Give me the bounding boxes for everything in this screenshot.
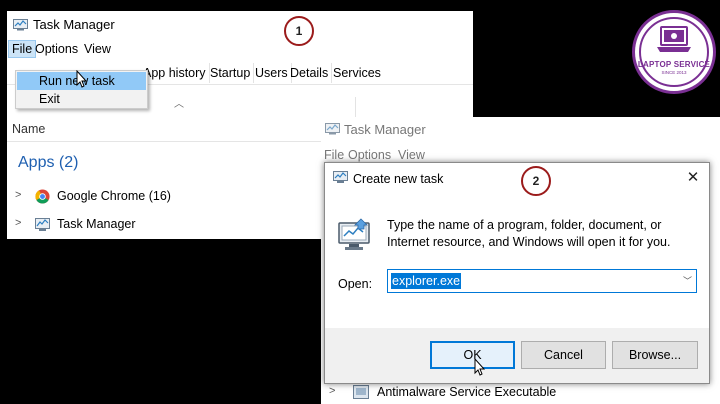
open-input-value[interactable]: explorer.exe: [391, 273, 462, 289]
menu-options[interactable]: Options: [32, 40, 81, 58]
open-combo-input[interactable]: explorer.exe ﹀: [387, 269, 697, 293]
column-header-name[interactable]: Name: [12, 122, 45, 136]
chevron-down-icon[interactable]: ﹀: [683, 274, 692, 287]
process-row[interactable]: > Antimalware Service Executable: [329, 383, 709, 403]
process-row[interactable]: > Task Manager: [7, 214, 307, 236]
chevron-right-icon[interactable]: >: [15, 217, 21, 229]
task-manager-icon: [35, 218, 50, 231]
logo-since: SINCE 2013: [661, 70, 687, 75]
window-title: Task Manager: [344, 122, 426, 137]
task-manager-icon: [325, 123, 340, 135]
dialog-description: Type the name of a program, folder, docu…: [387, 218, 671, 249]
run-program-icon: [338, 218, 370, 250]
mouse-cursor-icon: [474, 358, 486, 376]
window-title: Task Manager: [33, 17, 115, 32]
tab-services[interactable]: Services: [330, 63, 384, 83]
dialog-body: Type the name of a program, folder, docu…: [325, 193, 709, 328]
title-bar: Task Manager: [321, 117, 720, 143]
menu-item-exit[interactable]: Exit: [17, 90, 146, 108]
ok-button[interactable]: OK: [430, 341, 515, 369]
process-name: Task Manager: [57, 217, 136, 231]
menu-view[interactable]: View: [81, 40, 114, 58]
laptop-service-logo: LAPTOP SERVICE SINCE 2013: [632, 10, 716, 94]
menu-bar: File Options View: [7, 40, 473, 58]
task-manager-icon: [13, 19, 28, 31]
task-manager-icon: [333, 171, 348, 183]
dialog-title: Create new task: [353, 172, 444, 186]
logo-name: LAPTOP SERVICE: [637, 60, 711, 69]
sort-up-icon: ︿: [174, 99, 184, 110]
apps-group-heading: Apps (2): [18, 154, 79, 171]
create-new-task-dialog: Create new task ✕ Type the name of a pro…: [324, 162, 710, 384]
close-icon[interactable]: ✕: [684, 169, 702, 187]
cancel-button[interactable]: Cancel: [521, 341, 606, 369]
tab-startup[interactable]: Startup: [207, 63, 255, 83]
mouse-cursor-icon: [76, 70, 88, 88]
open-label: Open:: [338, 277, 373, 291]
title-bar: Task Manager: [7, 11, 473, 39]
dialog-title-bar: Create new task ✕: [325, 163, 709, 193]
step-badge-1: 1: [284, 16, 314, 46]
tab-app-history[interactable]: App history: [140, 63, 210, 83]
browse-button[interactable]: Browse...: [612, 341, 698, 369]
process-name: Google Chrome (16): [57, 189, 171, 203]
chevron-right-icon[interactable]: >: [15, 189, 21, 201]
chevron-right-icon[interactable]: >: [329, 385, 335, 397]
step-badge-2: 2: [521, 166, 551, 196]
chrome-icon: [35, 189, 50, 204]
process-row[interactable]: > Google Chrome (16): [7, 186, 307, 208]
tab-users[interactable]: Users: [252, 63, 292, 83]
laptop-icon: [657, 26, 691, 52]
antimalware-service-icon: [353, 385, 369, 399]
process-name: Antimalware Service Executable: [377, 385, 557, 399]
tab-details[interactable]: Details: [287, 63, 333, 83]
